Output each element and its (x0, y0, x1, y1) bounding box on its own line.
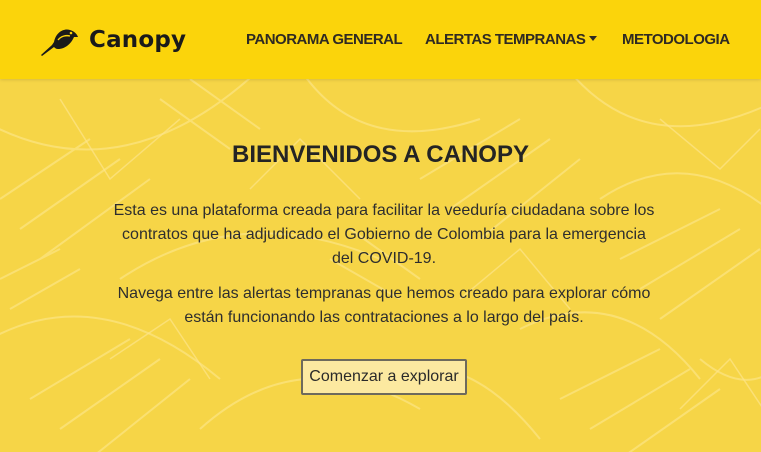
main-nav: PANORAMA GENERAL ALERTAS TEMPRANAS METOD… (0, 31, 761, 51)
start-exploring-button[interactable]: Comenzar a explorar (301, 359, 467, 395)
nav-alertas-tempranas-label: ALERTAS TEMPRANAS (425, 31, 586, 48)
hero-section: BIENVENIDOS A CANOPY Esta es una platafo… (0, 79, 761, 452)
hero-title: BIENVENIDOS A CANOPY (232, 141, 529, 168)
hero-paragraph-navigate: Navega entre las alertas tempranas que h… (117, 285, 651, 326)
nav-alertas-tempranas[interactable]: ALERTAS TEMPRANAS (425, 31, 598, 48)
hero-paragraph-intro: Esta es una plataforma creada para facil… (113, 202, 655, 267)
top-navbar: Canopy PANORAMA GENERAL ALERTAS TEMPRANA… (0, 0, 761, 79)
nav-metodologia[interactable]: METODOLOGIA (622, 31, 730, 48)
caret-down-icon (589, 35, 598, 41)
nav-panorama-general[interactable]: PANORAMA GENERAL (246, 31, 403, 48)
page: Canopy PANORAMA GENERAL ALERTAS TEMPRANA… (0, 0, 761, 452)
